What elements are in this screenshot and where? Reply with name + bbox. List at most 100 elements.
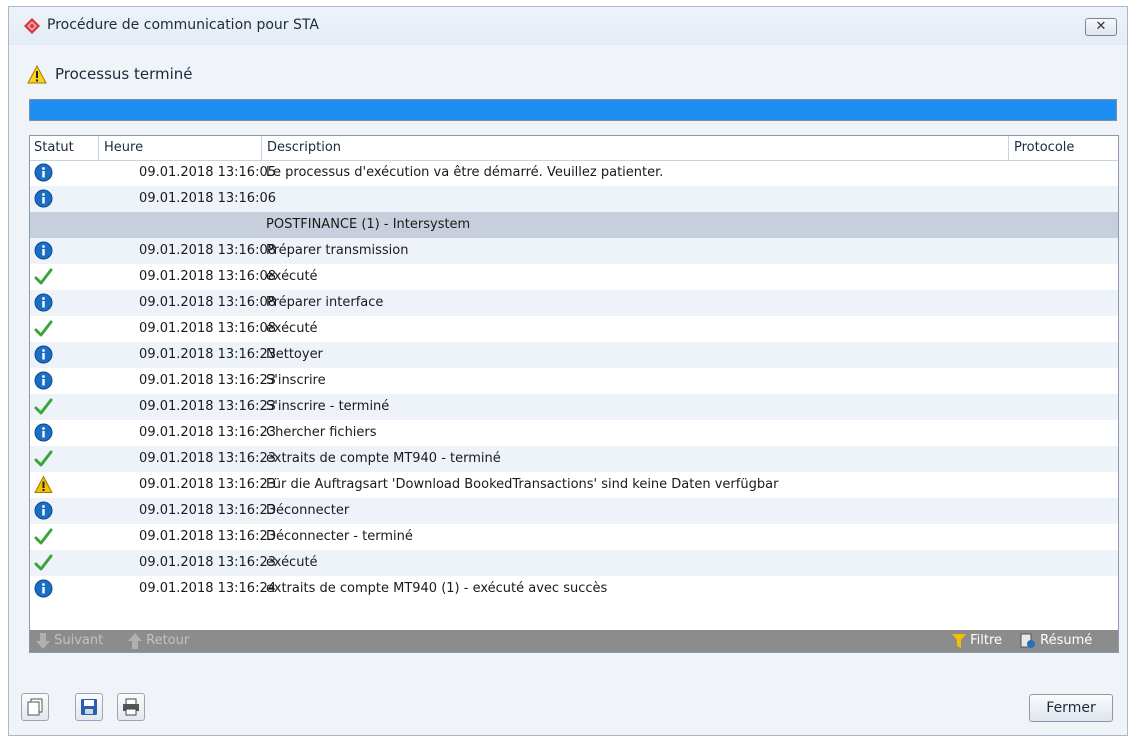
checkmark-icon (34, 554, 53, 571)
column-header-status[interactable]: Statut (30, 136, 98, 160)
row-time: 09.01.2018 13:16:05 (139, 165, 276, 180)
row-time: 09.01.2018 13:16:23 (139, 347, 276, 362)
save-button[interactable] (75, 693, 103, 721)
row-time: 09.01.2018 13:16:23 (139, 399, 276, 414)
row-time: 09.01.2018 13:16:23 (139, 503, 276, 518)
info-icon (34, 371, 53, 390)
row-description: POSTFINANCE (1) - Intersystem (266, 217, 471, 232)
row-time: 09.01.2018 13:16:23 (139, 529, 276, 544)
close-icon: ✕ (1095, 19, 1107, 34)
filter-icon (952, 633, 966, 648)
close-button[interactable]: Fermer (1029, 694, 1113, 722)
row-description: exécuté (266, 555, 318, 570)
filter-button[interactable]: Filtre (952, 630, 1002, 652)
next-label: Suivant (54, 633, 104, 648)
info-icon (34, 501, 53, 520)
table-row[interactable]: 09.01.2018 13:16:23 extraits de compte MT… (30, 446, 1118, 472)
row-time: 09.01.2018 13:16:23 (139, 425, 276, 440)
table-row[interactable]: 09.01.2018 13:16:06 (30, 186, 1118, 212)
table-row[interactable]: 09.01.2018 13:16:23 S'inscrire (30, 368, 1118, 394)
column-header-time[interactable]: Heure (98, 136, 261, 160)
next-button[interactable]: Suivant (36, 630, 103, 652)
table-row[interactable]: 09.01.2018 13:16:08 exécuté (30, 316, 1118, 342)
info-icon (34, 579, 53, 598)
column-header-protocol[interactable]: Protocole (1008, 136, 1118, 160)
checkmark-icon (34, 528, 53, 545)
back-label: Retour (146, 633, 190, 648)
summary-label: Résumé (1040, 633, 1093, 648)
checkmark-icon (34, 268, 53, 285)
table-row[interactable]: 09.01.2018 13:16:08 Préparer transmission (30, 238, 1118, 264)
info-icon (34, 293, 53, 312)
info-icon (34, 163, 53, 182)
row-time: 09.01.2018 13:16:23 (139, 477, 276, 492)
table-row[interactable]: 09.01.2018 13:16:23 Chercher fichiers (30, 420, 1118, 446)
log-table: Statut Heure Description Protocole 09.01… (29, 135, 1119, 653)
copy-icon (27, 698, 43, 716)
table-row[interactable]: 09.01.2018 13:16:23 exécuté (30, 550, 1118, 576)
table-row[interactable]: 09.01.2018 13:16:23 Nettoyer (30, 342, 1118, 368)
row-time: 09.01.2018 13:16:08 (139, 295, 276, 310)
row-time: 09.01.2018 13:16:24 (139, 581, 276, 596)
group-row[interactable]: POSTFINANCE (1) - Intersystem (30, 212, 1118, 238)
progress-bar (29, 99, 1117, 121)
checkmark-icon (34, 320, 53, 337)
info-icon (34, 345, 53, 364)
title-bar: Procédure de communication pour STA ✕ (9, 7, 1127, 45)
arrow-down-icon (36, 632, 50, 649)
row-time: 09.01.2018 13:16:06 (139, 191, 276, 206)
table-row[interactable]: 09.01.2018 13:16:23 Déconnecter (30, 498, 1118, 524)
row-description: Le processus d'exécution va être démarré… (266, 165, 664, 180)
status-text: Processus terminé (55, 65, 193, 83)
summary-icon (1020, 633, 1035, 648)
table-row[interactable]: 09.01.2018 13:16:08 exécuté (30, 264, 1118, 290)
row-description: exécuté (266, 269, 318, 284)
back-button[interactable]: Retour (128, 630, 189, 652)
row-time: 09.01.2018 13:16:08 (139, 243, 276, 258)
info-icon (34, 189, 53, 208)
checkmark-icon (34, 450, 53, 467)
row-description: S'inscrire - terminé (266, 399, 390, 414)
row-description: exécuté (266, 321, 318, 336)
arrow-up-icon (128, 632, 142, 649)
row-description: Déconnecter (266, 503, 350, 518)
table-header: Statut Heure Description Protocole (30, 136, 1118, 161)
row-time: 09.01.2018 13:16:08 (139, 321, 276, 336)
row-description: Préparer transmission (266, 243, 409, 258)
row-description: extraits de compte MT940 - terminé (266, 451, 501, 466)
table-row[interactable]: 09.01.2018 13:16:08 Préparer interface (30, 290, 1118, 316)
row-description: Für die Auftragsart 'Download BookedTran… (266, 477, 779, 492)
table-row[interactable]: 09.01.2018 13:16:23 Déconnecter - terminé (30, 524, 1118, 550)
table-row[interactable]: 09.01.2018 13:16:23 S'inscrire - terminé (30, 394, 1118, 420)
info-icon (34, 241, 53, 260)
summary-button[interactable]: Résumé (1020, 630, 1092, 652)
window-title: Procédure de communication pour STA (47, 17, 319, 33)
row-time: 09.01.2018 13:16:23 (139, 555, 276, 570)
row-description: Chercher fichiers (266, 425, 377, 440)
row-description: S'inscrire (266, 373, 326, 388)
table-row[interactable]: 09.01.2018 13:16:05 Le processus d'exécut… (30, 160, 1118, 186)
row-description: extraits de compte MT940 (1) - exécuté a… (266, 581, 608, 596)
row-time: 09.01.2018 13:16:23 (139, 373, 276, 388)
column-header-description[interactable]: Description (261, 136, 1008, 160)
close-window-button[interactable]: ✕ (1085, 18, 1117, 36)
warning-icon (34, 475, 53, 493)
table-row[interactable]: 09.01.2018 13:16:23 Für die Auftragsart '… (30, 472, 1118, 498)
copy-button[interactable] (21, 693, 49, 721)
progress-fill (30, 100, 1116, 120)
print-button[interactable] (117, 693, 145, 721)
app-logo-icon (24, 18, 40, 34)
dialog-window: Procédure de communication pour STA ✕ Pr… (8, 6, 1128, 736)
row-description: Déconnecter - terminé (266, 529, 413, 544)
row-time: 09.01.2018 13:16:23 (139, 451, 276, 466)
table-row[interactable]: 09.01.2018 13:16:24 extraits de compte MT… (30, 576, 1118, 602)
filter-label: Filtre (970, 633, 1003, 648)
row-description: Préparer interface (266, 295, 384, 310)
warning-icon (27, 65, 47, 84)
print-icon (123, 698, 139, 716)
info-icon (34, 423, 53, 442)
row-time: 09.01.2018 13:16:08 (139, 269, 276, 284)
checkmark-icon (34, 398, 53, 415)
row-description: Nettoyer (266, 347, 323, 362)
save-icon (81, 699, 97, 715)
